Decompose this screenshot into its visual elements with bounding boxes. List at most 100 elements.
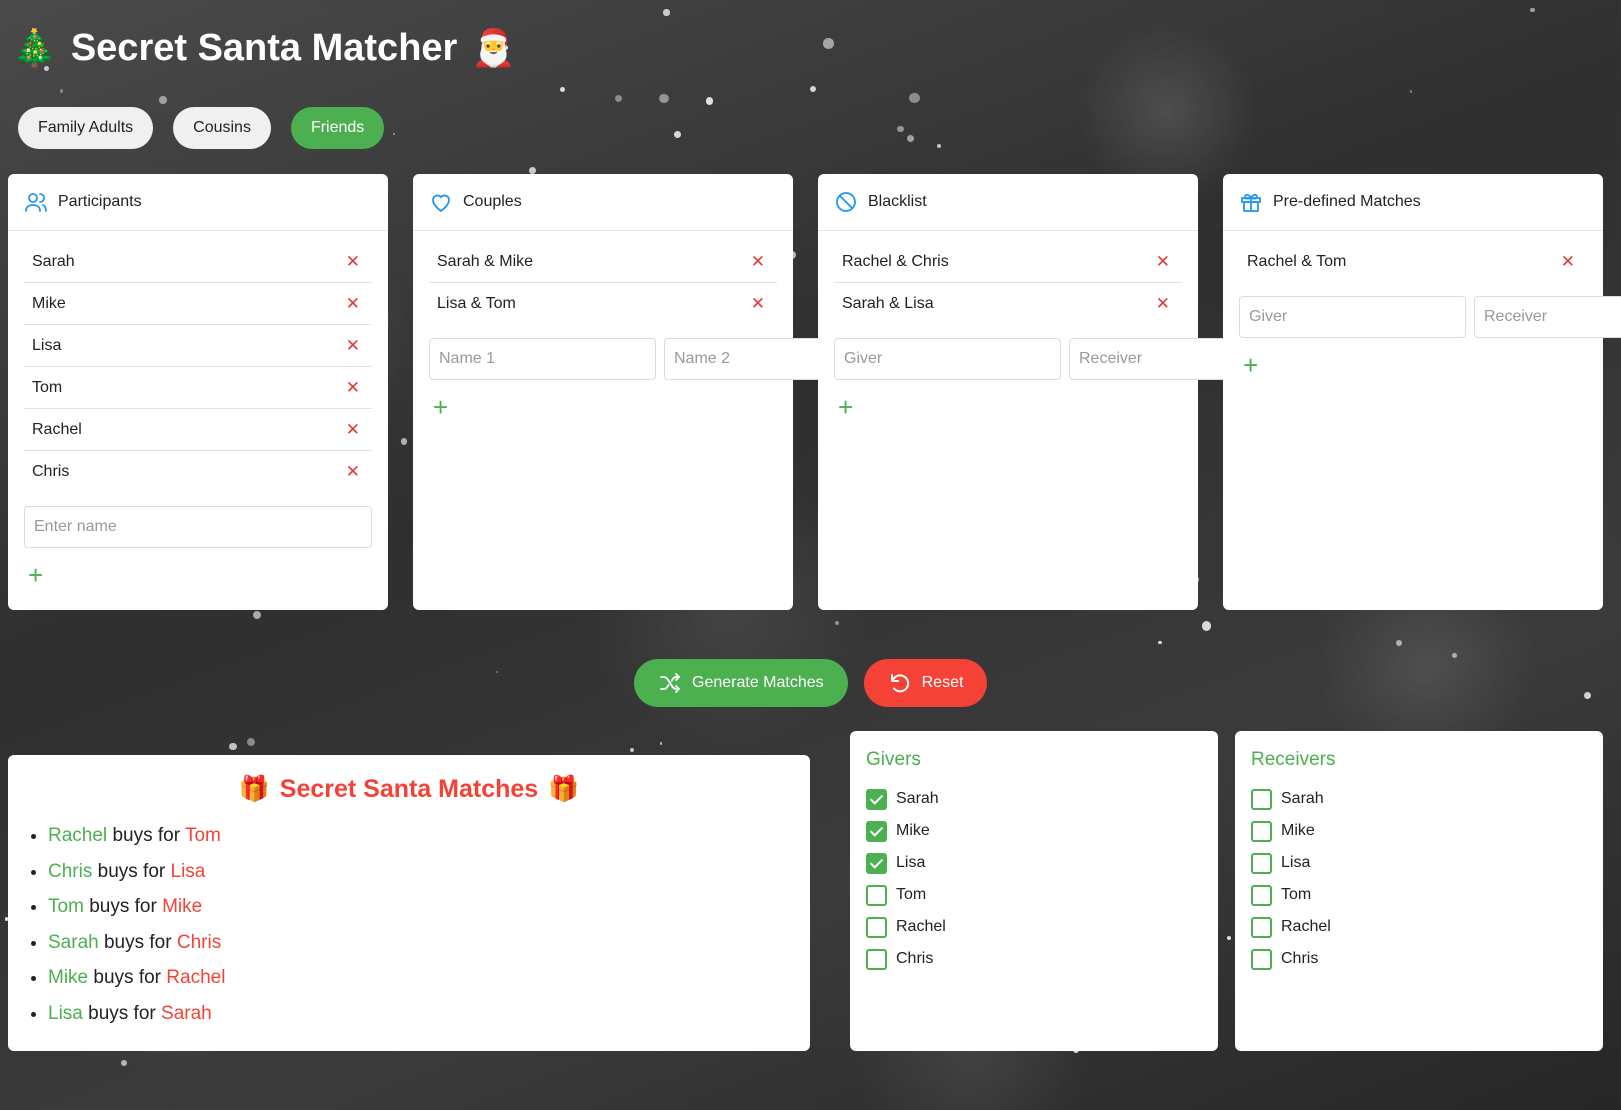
list-item: Sarah ✕ xyxy=(24,241,372,283)
giver-checkbox[interactable] xyxy=(866,884,887,906)
reset-label: Reset xyxy=(921,674,964,691)
couples-list: Sarah & Mike ✕ Lisa & Tom ✕ xyxy=(413,231,793,324)
plus-icon[interactable]: + xyxy=(433,394,459,420)
blacklist-pair: Sarah & Lisa xyxy=(842,294,934,312)
matches-card: 🎁 Secret Santa Matches 🎁 Rachel buys for… xyxy=(8,755,810,1051)
generate-matches-button[interactable]: Generate Matches xyxy=(634,659,848,707)
giver-name: Rachel xyxy=(48,825,108,846)
gift-icon: 🎁 xyxy=(548,775,580,803)
giver-label: Lisa xyxy=(896,854,926,871)
receivers-title: Receivers xyxy=(1251,749,1336,770)
close-icon[interactable]: ✕ xyxy=(747,294,769,314)
giver-name: Sarah xyxy=(48,931,99,953)
snowflake xyxy=(674,131,682,138)
giver-checkbox-row: Chris xyxy=(866,943,1202,975)
snowflake xyxy=(495,670,498,674)
participants-card: Participants Sarah ✕ Mike ✕ Lisa ✕ Tom ✕ Rac… xyxy=(8,174,388,610)
users-icon xyxy=(25,193,47,212)
blacklist-title: Blacklist xyxy=(868,193,927,210)
name1-input[interactable] xyxy=(429,338,656,380)
name-input[interactable] xyxy=(24,506,372,548)
snowflake xyxy=(59,89,64,93)
receiver-checkbox-row: Lisa xyxy=(1251,847,1587,879)
participants-header: Participants xyxy=(8,174,388,231)
receiver-input[interactable] xyxy=(1474,296,1621,338)
receiver-label: Mike xyxy=(1281,822,1315,839)
tab-friends[interactable]: Friends xyxy=(290,107,385,149)
list-item: Chris buys for Lisa xyxy=(48,854,810,890)
close-icon[interactable]: ✕ xyxy=(1557,252,1579,272)
snowflake xyxy=(1226,935,1232,941)
close-icon[interactable]: ✕ xyxy=(342,294,364,314)
list-item: Sarah & Mike ✕ xyxy=(429,241,777,283)
receiver-name: Tom xyxy=(184,825,221,846)
receivers-panel: Receivers Sarah Mike Lisa Tom Rachel Chr… xyxy=(1235,731,1603,1051)
giver-checkbox-row: Sarah xyxy=(866,783,1202,815)
close-icon[interactable]: ✕ xyxy=(342,378,364,398)
close-icon[interactable]: ✕ xyxy=(1152,252,1174,272)
snowflake xyxy=(1452,653,1458,658)
gift-icon: 🎁 xyxy=(238,775,270,803)
receiver-checkbox[interactable] xyxy=(1251,788,1272,810)
plus-icon[interactable]: + xyxy=(28,562,54,588)
blacklist-header: Blacklist xyxy=(818,174,1198,231)
giver-checkbox[interactable] xyxy=(866,948,887,970)
giver-checkbox[interactable] xyxy=(866,820,887,842)
predefined-card: Pre-defined Matches Rachel & Tom ✕ + xyxy=(1223,174,1621,610)
close-icon[interactable]: ✕ xyxy=(1152,294,1174,314)
plus-icon[interactable]: + xyxy=(838,394,864,420)
participant-input-row xyxy=(8,506,388,548)
participants-title: Participants xyxy=(58,193,142,210)
snowflake xyxy=(907,135,915,143)
tab-cousins[interactable]: Cousins xyxy=(173,107,271,149)
close-icon[interactable]: ✕ xyxy=(342,462,364,482)
page-title: Secret Santa Matcher xyxy=(70,26,458,69)
receiver-checkbox-row: Chris xyxy=(1251,943,1587,975)
list-item: Lisa ✕ xyxy=(24,325,372,367)
receiver-checkbox[interactable] xyxy=(1251,852,1272,874)
receiver-name: Lisa xyxy=(170,860,206,882)
giver-checkbox[interactable] xyxy=(866,788,887,810)
giver-checkbox[interactable] xyxy=(866,852,887,874)
receiver-checkbox[interactable] xyxy=(1251,820,1272,842)
matches-title: Secret Santa Matches xyxy=(279,775,539,803)
couples-card: Couples Sarah & Mike ✕ Lisa & Tom ✕ + xyxy=(413,174,891,610)
ban-icon xyxy=(836,192,856,212)
close-icon[interactable]: ✕ xyxy=(747,252,769,272)
receiver-checkbox[interactable] xyxy=(1251,948,1272,970)
action-buttons: Generate Matches Reset xyxy=(634,659,988,707)
giver-name: Mike xyxy=(48,967,89,988)
giver-input[interactable] xyxy=(1239,296,1466,338)
plus-icon[interactable]: + xyxy=(1243,352,1269,378)
close-icon[interactable]: ✕ xyxy=(342,420,364,440)
snowflake xyxy=(120,1060,127,1067)
couple-names: Sarah & Mike xyxy=(437,252,534,270)
close-icon[interactable]: ✕ xyxy=(342,252,364,272)
receiver-checkbox[interactable] xyxy=(1251,916,1272,938)
receiver-label: Lisa xyxy=(1281,854,1311,871)
snowflake xyxy=(705,97,714,105)
snowflake xyxy=(1395,640,1402,647)
couple-input-row xyxy=(413,338,891,380)
matches-header: 🎁 Secret Santa Matches 🎁 xyxy=(8,775,810,804)
giver-checkbox[interactable] xyxy=(866,916,887,938)
snowflake xyxy=(663,9,670,16)
snowflake xyxy=(229,742,237,751)
givers-panel: Givers Sarah Mike Lisa Tom Rachel Chris xyxy=(850,731,1218,1051)
giver-input[interactable] xyxy=(834,338,1061,380)
tab-family-adults[interactable]: Family Adults xyxy=(18,107,154,149)
reset-button[interactable]: Reset xyxy=(863,659,988,707)
snowflake xyxy=(629,747,634,752)
receiver-checkbox[interactable] xyxy=(1251,884,1272,906)
close-icon[interactable]: ✕ xyxy=(342,336,364,356)
receiver-name: Rachel xyxy=(166,967,226,988)
list-item: Rachel buys for Tom xyxy=(48,818,810,854)
group-tabs: Family Adults Cousins Friends xyxy=(18,107,385,149)
match-connector: buys for xyxy=(93,967,161,988)
participant-name: Rachel xyxy=(32,420,82,438)
receiver-label: Chris xyxy=(1281,950,1319,967)
snowflake xyxy=(897,125,904,133)
snowflake xyxy=(614,94,623,103)
receiver-checkbox-row: Tom xyxy=(1251,879,1587,911)
list-item: Tom ✕ xyxy=(24,367,372,409)
